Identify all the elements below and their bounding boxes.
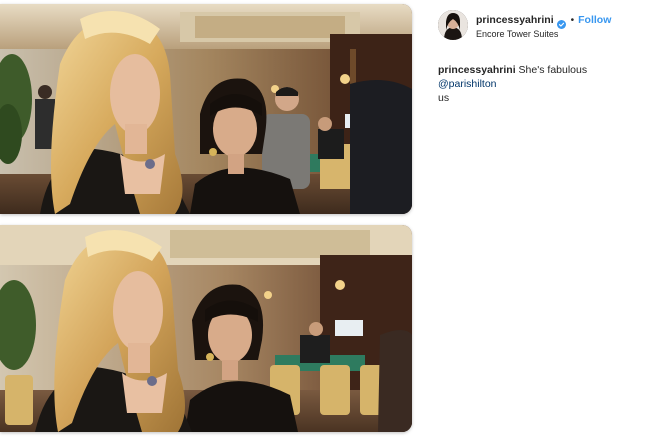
follow-button[interactable]: Follow bbox=[578, 14, 611, 26]
caption-text: She's fabulous bbox=[518, 64, 588, 76]
photo-bottom-image bbox=[0, 225, 412, 432]
caption-username-link[interactable]: princessyahrini bbox=[438, 64, 516, 76]
location-link[interactable]: Encore Tower Suites bbox=[476, 29, 650, 39]
caption-mention-link[interactable]: @parishilton bbox=[438, 78, 497, 90]
instagram-post-page: princessyahrini • Follow Encore Tower Su… bbox=[0, 0, 650, 438]
post-header: princessyahrini • Follow Encore Tower Su… bbox=[438, 10, 650, 44]
separator-dot: • bbox=[570, 14, 575, 26]
header-text: princessyahrini • Follow Encore Tower Su… bbox=[476, 13, 650, 39]
post-photo-bottom[interactable] bbox=[0, 225, 412, 432]
post-photo-top[interactable] bbox=[0, 4, 412, 214]
avatar-image bbox=[438, 10, 468, 40]
photo-top-image bbox=[0, 4, 412, 214]
header-line: princessyahrini • Follow bbox=[476, 13, 650, 29]
verified-badge-icon bbox=[556, 16, 566, 29]
caption-trailing-text: us bbox=[438, 92, 450, 104]
post-caption: princessyahrini She's fabulous @parishil… bbox=[438, 63, 644, 105]
username-link[interactable]: princessyahrini bbox=[476, 14, 554, 26]
avatar[interactable] bbox=[438, 10, 468, 40]
